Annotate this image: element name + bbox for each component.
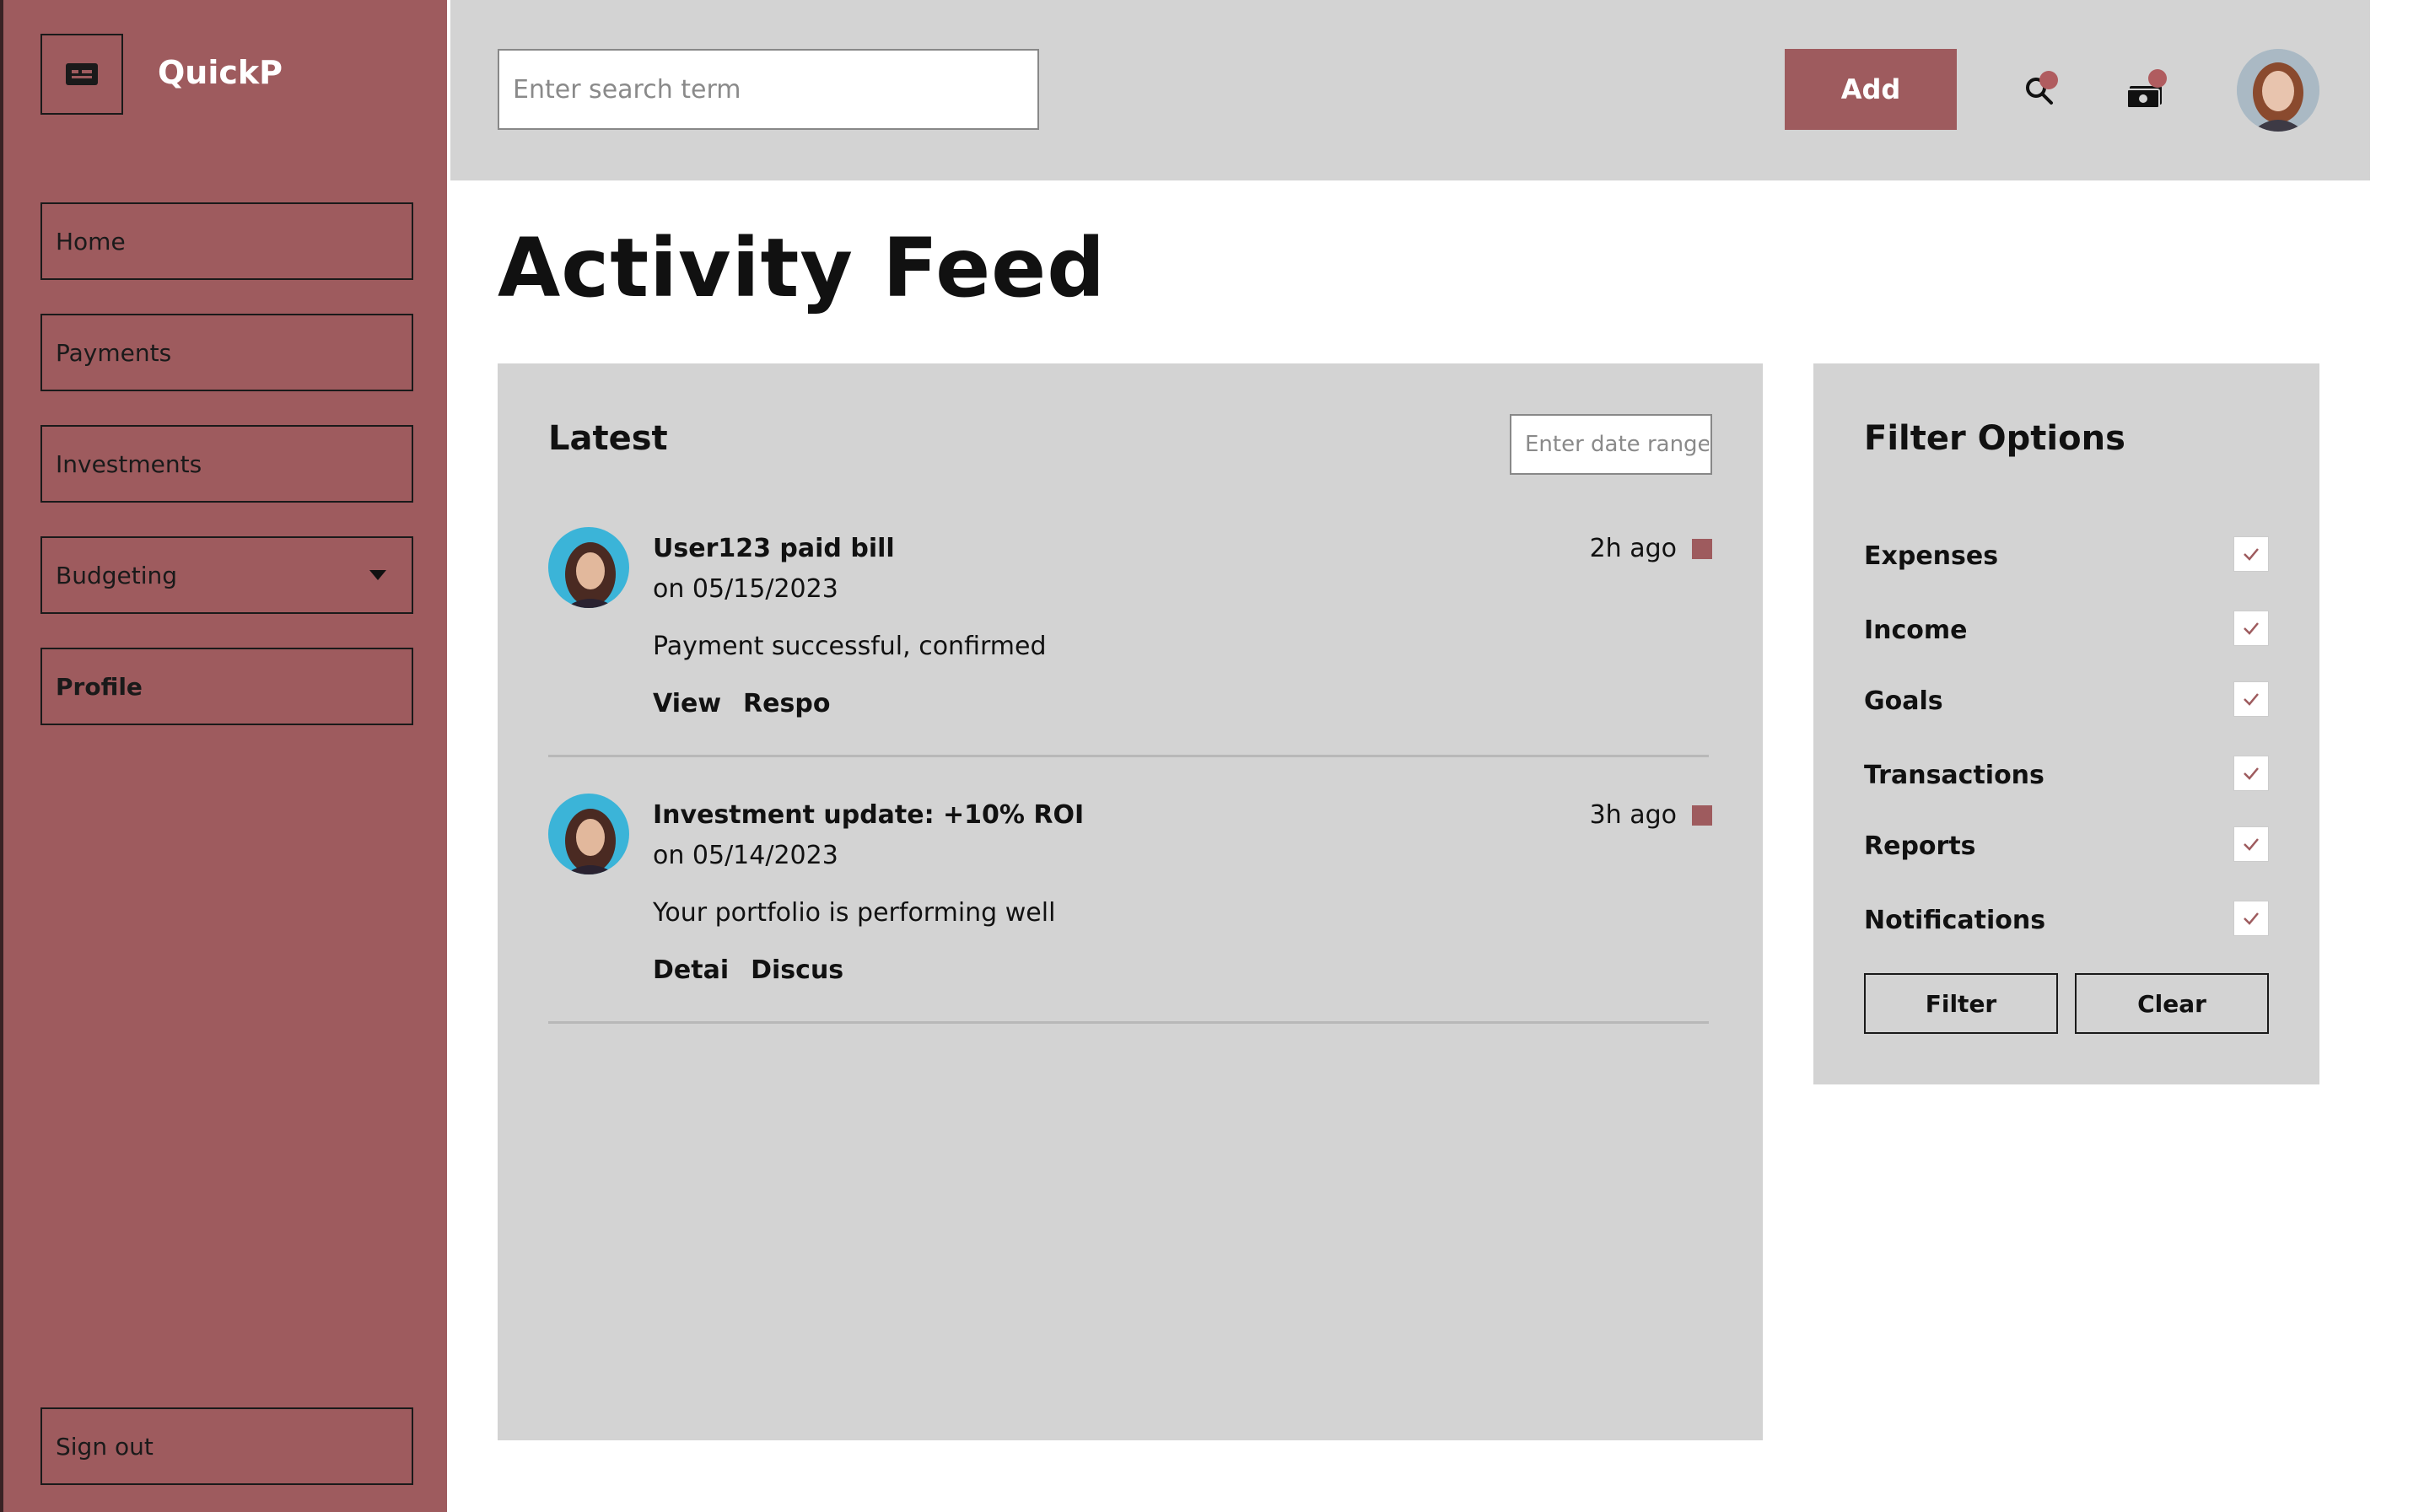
check-icon	[2244, 622, 2259, 635]
feed-item: User123 paid bill on 05/15/2023 Payment …	[548, 527, 1712, 755]
check-icon	[2244, 767, 2259, 780]
filter-checkbox[interactable]	[2233, 901, 2269, 936]
filter-option-label: Reports	[1864, 831, 1976, 861]
user-avatar-icon	[548, 794, 629, 874]
filter-option-goals: Goals	[1864, 681, 2269, 724]
filter-option-expenses: Expenses	[1864, 536, 2269, 578]
sign-out-label: Sign out	[56, 1432, 154, 1461]
filter-option-notifications: Notifications	[1864, 901, 2269, 943]
sidebar-item-label: Payments	[56, 338, 172, 367]
feed-item-description: Your portfolio is performing well	[653, 898, 1056, 928]
feed-item-actions: View Respo	[653, 689, 830, 718]
user-avatar-icon	[2237, 49, 2319, 132]
topbar: Add	[450, 0, 2370, 180]
sidebar-item-home[interactable]: Home	[40, 202, 413, 280]
check-icon	[2244, 912, 2259, 925]
filter-checkbox[interactable]	[2233, 536, 2269, 572]
filter-panel-title: Filter Options	[1864, 419, 2125, 458]
check-icon	[2244, 838, 2259, 851]
user-avatar-icon	[548, 527, 629, 608]
divider	[548, 755, 1709, 757]
money-icon-button[interactable]	[2125, 67, 2175, 118]
notification-dot	[2039, 71, 2058, 89]
filter-option-label: Income	[1864, 616, 1968, 645]
id-card-icon	[66, 63, 98, 85]
check-icon	[2244, 548, 2259, 561]
sidebar: QuickP Home Payments Investments Budgeti…	[0, 0, 447, 1512]
filter-option-label: Expenses	[1864, 541, 1999, 571]
logo-box[interactable]	[40, 34, 123, 115]
feed-item: Investment update: +10% ROI on 05/14/202…	[548, 794, 1712, 1021]
notification-dot	[2148, 69, 2167, 88]
status-indicator	[1692, 805, 1712, 826]
sidebar-item-label: Home	[56, 227, 126, 256]
filter-option-label: Goals	[1864, 686, 1943, 716]
date-range-input[interactable]	[1510, 414, 1712, 475]
filter-option-transactions: Transactions	[1864, 756, 2269, 798]
feed-panel-title: Latest	[548, 419, 668, 458]
filter-panel: Filter Options Expenses Income Goals Tra…	[1813, 363, 2319, 1084]
filter-option-label: Notifications	[1864, 906, 2046, 935]
sidebar-item-investments[interactable]: Investments	[40, 425, 413, 503]
chevron-down-icon[interactable]	[369, 570, 386, 580]
filter-option-reports: Reports	[1864, 826, 2269, 869]
filter-checkbox[interactable]	[2233, 611, 2269, 646]
respond-link[interactable]: Respo	[743, 689, 830, 718]
clear-button[interactable]: Clear	[2075, 973, 2269, 1034]
status-indicator	[1692, 539, 1712, 559]
details-link[interactable]: Detai	[653, 955, 729, 985]
feed-item-date: on 05/15/2023	[653, 574, 838, 604]
page-title: Activity Feed	[498, 221, 1106, 315]
filter-button[interactable]: Filter	[1864, 973, 2058, 1034]
discuss-link[interactable]: Discus	[751, 955, 843, 985]
avatar[interactable]	[548, 527, 629, 608]
filter-checkbox[interactable]	[2233, 756, 2269, 791]
feed-item-date: on 05/14/2023	[653, 841, 838, 870]
filter-option-label: Transactions	[1864, 761, 2044, 790]
sidebar-item-label: Budgeting	[56, 561, 178, 589]
sidebar-item-label: Investments	[56, 449, 202, 478]
sidebar-item-budgeting[interactable]: Budgeting	[40, 536, 413, 614]
avatar[interactable]	[2237, 49, 2319, 132]
brand-name: QuickP	[158, 54, 283, 91]
view-link[interactable]: View	[653, 689, 721, 718]
feed-item-time: 3h ago	[1589, 800, 1677, 830]
feed-item-actions: Detai Discus	[653, 955, 843, 985]
feed-item-time: 2h ago	[1589, 534, 1677, 563]
activity-feed-panel: Latest User123 paid bill on 05/15/2023 P…	[498, 363, 1763, 1440]
search-input[interactable]	[498, 49, 1039, 130]
search-icon-button[interactable]	[2019, 67, 2070, 118]
divider	[548, 1021, 1709, 1024]
feed-item-title: User123 paid bill	[653, 534, 895, 563]
feed-item-title: Investment update: +10% ROI	[653, 800, 1085, 830]
feed-item-description: Payment successful, confirmed	[653, 632, 1047, 661]
avatar[interactable]	[548, 794, 629, 874]
filter-checkbox[interactable]	[2233, 826, 2269, 862]
add-button[interactable]: Add	[1785, 49, 1957, 130]
sidebar-item-profile[interactable]: Profile	[40, 648, 413, 725]
filter-option-income: Income	[1864, 611, 2269, 653]
filter-checkbox[interactable]	[2233, 681, 2269, 717]
sidebar-item-payments[interactable]: Payments	[40, 314, 413, 391]
sidebar-item-label: Profile	[56, 672, 143, 701]
check-icon	[2244, 693, 2259, 706]
sign-out-button[interactable]: Sign out	[40, 1407, 413, 1485]
